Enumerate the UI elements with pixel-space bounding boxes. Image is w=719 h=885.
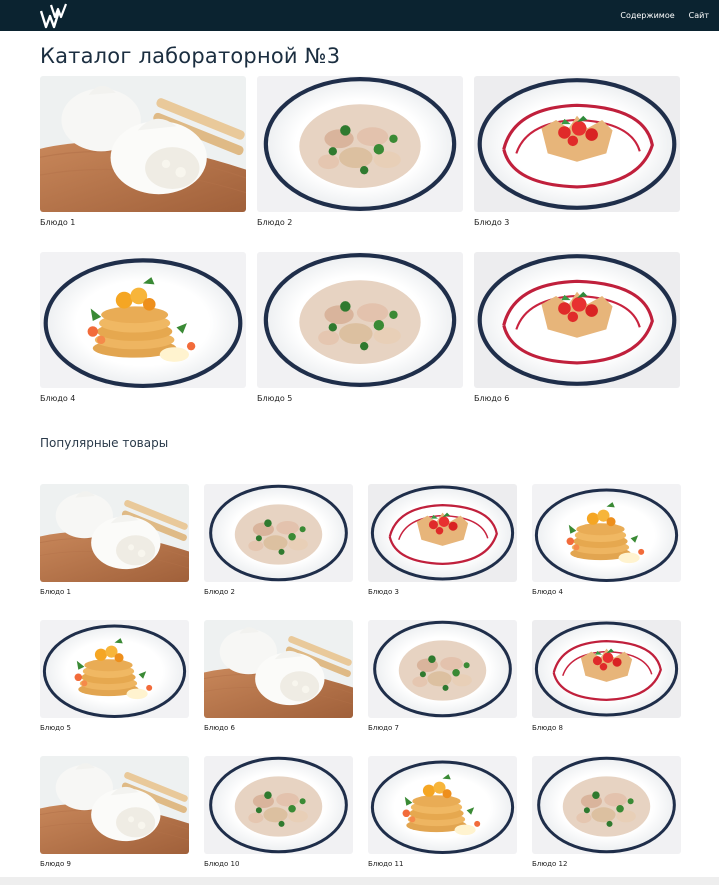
dish-label: Блюдо 1 (40, 588, 71, 596)
dish-image (532, 756, 681, 854)
navbar: Содержимое Сайт (0, 0, 719, 31)
dish-image (40, 76, 246, 212)
catalog-card[interactable]: Блюдо 5 (257, 252, 463, 403)
catalog-card[interactable]: Блюдо 2 (257, 76, 463, 227)
dish-label: Блюдо 7 (368, 724, 399, 732)
popular-card[interactable]: Блюдо 3 (368, 484, 517, 596)
dish-image (368, 484, 517, 582)
dish-label: Блюдо 5 (40, 724, 71, 732)
dish-image (40, 756, 189, 854)
dish-label: Блюдо 6 (474, 394, 510, 403)
catalog-card[interactable]: Блюдо 4 (40, 252, 246, 403)
popular-section-title: Популярные товары (40, 436, 169, 450)
dish-label: Блюдо 5 (257, 394, 293, 403)
popular-card[interactable]: Блюдо 2 (204, 484, 353, 596)
popular-card[interactable]: Блюдо 12 (532, 756, 681, 868)
dish-label: Блюдо 6 (204, 724, 235, 732)
dish-image (257, 252, 463, 388)
popular-card[interactable]: Блюдо 4 (532, 484, 681, 596)
dish-image (532, 620, 681, 718)
popular-card[interactable]: Блюдо 6 (204, 620, 353, 732)
dish-label: Блюдо 4 (40, 394, 76, 403)
popular-card[interactable]: Блюдо 10 (204, 756, 353, 868)
dish-label: Блюдо 9 (40, 860, 71, 868)
dish-label: Блюдо 1 (40, 218, 76, 227)
catalog-card[interactable]: Блюдо 1 (40, 76, 246, 227)
dish-image (474, 252, 680, 388)
dish-image (204, 484, 353, 582)
dish-image (204, 620, 353, 718)
dish-image (368, 756, 517, 854)
footer-strip (0, 877, 719, 885)
dish-label: Блюдо 8 (532, 724, 563, 732)
popular-card[interactable]: Блюдо 11 (368, 756, 517, 868)
nav-links: Содержимое Сайт (620, 0, 709, 31)
dish-label: Блюдо 12 (532, 860, 568, 868)
dish-image (257, 76, 463, 212)
dish-label: Блюдо 3 (474, 218, 510, 227)
dish-image (40, 484, 189, 582)
popular-card[interactable]: Блюдо 7 (368, 620, 517, 732)
dish-image (368, 620, 517, 718)
dish-label: Блюдо 3 (368, 588, 399, 596)
dish-label: Блюдо 4 (532, 588, 563, 596)
dish-image (204, 756, 353, 854)
popular-card[interactable]: Блюдо 5 (40, 620, 189, 732)
dish-image (474, 76, 680, 212)
popular-card[interactable]: Блюдо 8 (532, 620, 681, 732)
popular-card[interactable]: Блюдо 9 (40, 756, 189, 868)
dish-label: Блюдо 10 (204, 860, 240, 868)
popular-card[interactable]: Блюдо 1 (40, 484, 189, 596)
dish-label: Блюдо 2 (204, 588, 235, 596)
nav-link-site[interactable]: Сайт (689, 11, 709, 20)
dish-image (532, 484, 681, 582)
catalog-card[interactable]: Блюдо 3 (474, 76, 680, 227)
dish-label: Блюдо 2 (257, 218, 293, 227)
dish-image (40, 252, 246, 388)
dish-image (40, 620, 189, 718)
page-title: Каталог лабораторной №3 (40, 44, 341, 68)
catalog-card[interactable]: Блюдо 6 (474, 252, 680, 403)
ww-logo-icon[interactable] (40, 3, 70, 29)
dish-label: Блюдо 11 (368, 860, 404, 868)
nav-link-content[interactable]: Содержимое (620, 11, 674, 20)
